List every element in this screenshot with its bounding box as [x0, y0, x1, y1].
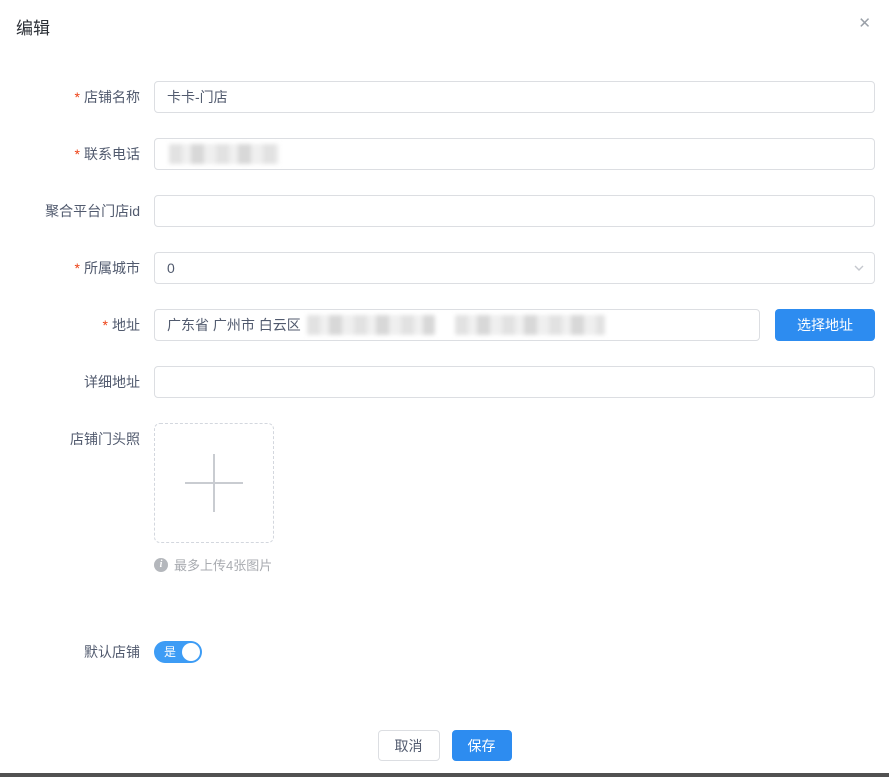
- city-select[interactable]: 0: [154, 252, 875, 284]
- redacted-address-part: [455, 315, 605, 335]
- edit-shop-form: *店铺名称 *联系电话 聚合平台门店id *所属城市 0: [0, 81, 889, 663]
- default-shop-label-text: 默认店铺: [84, 644, 140, 660]
- form-row-city: *所属城市 0: [0, 252, 889, 284]
- photo-upload-button[interactable]: [154, 423, 274, 543]
- form-row-shop-name: *店铺名称: [0, 81, 889, 113]
- form-row-platform-id: 聚合平台门店id: [0, 195, 889, 227]
- platform-id-label-text: 聚合平台门店id: [45, 203, 140, 219]
- shop-name-control: [154, 81, 875, 113]
- upload-wrap: i 最多上传4张图片: [154, 423, 274, 574]
- save-button[interactable]: 保存: [452, 730, 512, 761]
- address-label-text: 地址: [112, 317, 140, 333]
- detail-address-label-text: 详细地址: [84, 374, 140, 390]
- form-row-default-shop: 默认店铺 是: [0, 641, 889, 663]
- shop-name-label: *店铺名称: [0, 81, 154, 113]
- required-mark: *: [75, 146, 80, 162]
- form-row-storefront-photo: 店铺门头照 i 最多上传4张图片: [0, 423, 889, 574]
- detail-address-input[interactable]: [154, 366, 875, 398]
- upload-hint: i 最多上传4张图片: [154, 555, 274, 574]
- plus-icon: [185, 454, 243, 512]
- required-mark: *: [103, 317, 108, 333]
- phone-control: [154, 138, 875, 170]
- upload-hint-text: 最多上传4张图片: [174, 555, 272, 574]
- chevron-down-icon: [853, 262, 865, 274]
- shop-name-input[interactable]: [154, 81, 875, 113]
- dialog-header: 编辑 ✕: [0, 0, 889, 50]
- platform-id-label: 聚合平台门店id: [0, 195, 154, 227]
- platform-id-input[interactable]: [154, 195, 875, 227]
- storefront-photo-label: 店铺门头照: [0, 423, 154, 455]
- phone-label: *联系电话: [0, 138, 154, 170]
- detail-address-control: [154, 366, 875, 398]
- city-select-wrap: 0: [154, 252, 875, 284]
- choose-address-button[interactable]: 选择地址: [775, 309, 875, 341]
- city-select-value: 0: [167, 253, 175, 283]
- address-label: *地址: [0, 309, 154, 341]
- address-value: 广东省 广州市 白云区: [167, 310, 301, 340]
- redacted-address-part: [307, 315, 435, 335]
- close-icon[interactable]: ✕: [854, 12, 875, 35]
- address-control: 广东省 广州市 白云区 选择地址: [154, 309, 875, 341]
- city-label: *所属城市: [0, 252, 154, 284]
- address-input[interactable]: 广东省 广州市 白云区: [154, 309, 760, 341]
- platform-id-control: [154, 195, 875, 227]
- phone-label-text: 联系电话: [84, 146, 140, 162]
- dialog-footer: 取消 保存: [0, 730, 889, 761]
- toggle-knob: [182, 643, 200, 661]
- required-mark: *: [75, 89, 80, 105]
- storefront-photo-label-text: 店铺门头照: [70, 431, 140, 447]
- toggle-on-text: 是: [164, 645, 176, 659]
- detail-address-label: 详细地址: [0, 366, 154, 398]
- form-row-phone: *联系电话: [0, 138, 889, 170]
- form-row-address: *地址 广东省 广州市 白云区 选择地址: [0, 309, 889, 341]
- redacted-phone-value: [169, 144, 279, 164]
- city-label-text: 所属城市: [84, 260, 140, 276]
- form-row-detail-address: 详细地址: [0, 366, 889, 398]
- phone-input[interactable]: [154, 138, 875, 170]
- info-icon: i: [154, 558, 168, 572]
- default-shop-label: 默认店铺: [0, 641, 154, 663]
- required-mark: *: [75, 260, 80, 276]
- default-shop-toggle[interactable]: 是: [154, 641, 202, 663]
- shop-name-label-text: 店铺名称: [84, 89, 140, 105]
- cancel-button[interactable]: 取消: [378, 730, 440, 761]
- dialog-title: 编辑: [16, 19, 50, 38]
- window-bottom-edge: [0, 773, 889, 777]
